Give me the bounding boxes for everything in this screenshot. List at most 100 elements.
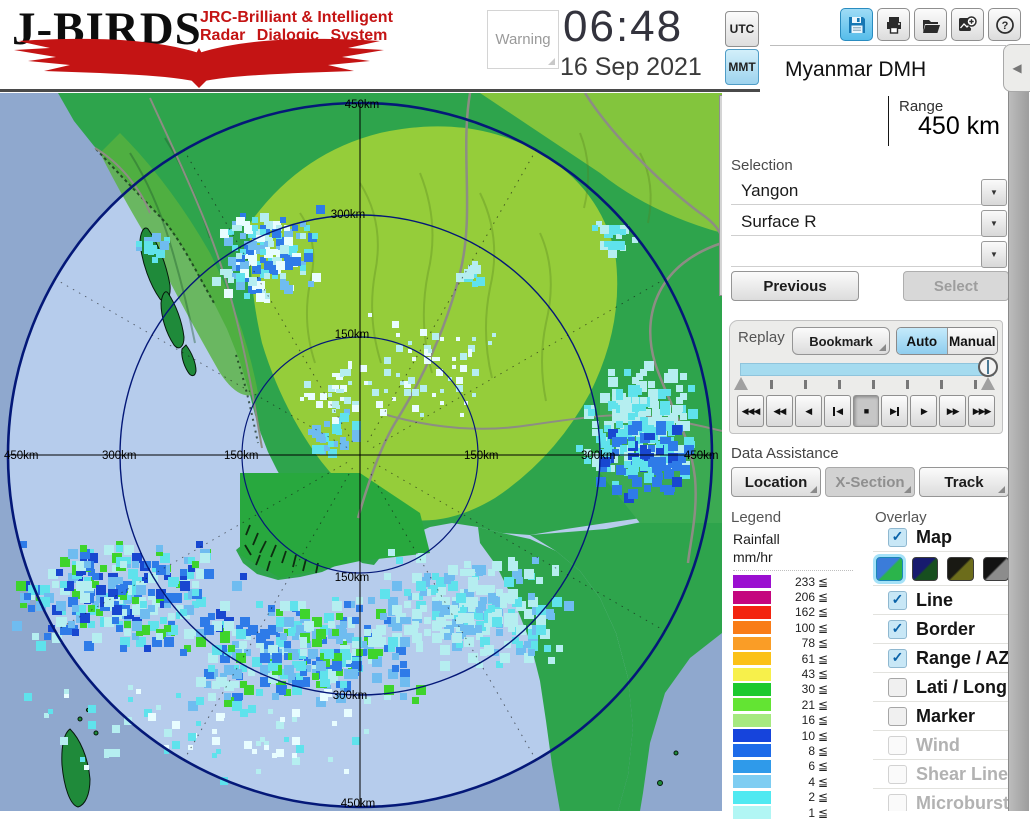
map-style-row	[873, 552, 1009, 586]
product-dropdown-value[interactable]: Surface R	[731, 209, 983, 236]
manual-mode-button[interactable]: Manual	[948, 328, 998, 354]
auto-mode-button[interactable]: Auto	[897, 328, 948, 354]
timezone-mmt-button[interactable]: MMT	[725, 49, 759, 85]
play-reverse-button[interactable]: ◀	[795, 395, 822, 427]
site-dropdown[interactable]: Yangon ▼	[731, 178, 1007, 205]
checkbox[interactable]: ✓	[888, 649, 907, 668]
overlay-item-marker[interactable]: Marker	[873, 702, 1009, 731]
panel-collapse-tab[interactable]: ◀	[1003, 44, 1030, 92]
extra-dropdown-value[interactable]	[731, 240, 983, 267]
ring-label: 300km	[581, 450, 616, 462]
legend-operator: ≦	[818, 590, 828, 604]
site-dropdown-value[interactable]: Yangon	[731, 178, 983, 205]
corner-menu-icon	[810, 486, 817, 493]
slider-start-marker[interactable]	[734, 377, 748, 390]
map-style-olive[interactable]	[947, 557, 974, 581]
legend-value: 21	[771, 698, 815, 712]
legend-entry: 30≦	[733, 682, 853, 697]
folder-open-icon	[921, 15, 941, 35]
overlay-item-border[interactable]: ✓Border	[873, 615, 1009, 644]
ring-label: 150km	[224, 450, 259, 462]
step-back-button[interactable]: ◀	[824, 395, 851, 427]
image-capture-button[interactable]	[951, 8, 984, 41]
location-button[interactable]: Location	[731, 467, 821, 497]
fast-rewind-button[interactable]: ◀◀	[766, 395, 793, 427]
track-button[interactable]: Track	[919, 467, 1009, 497]
eagle-logo-icon	[8, 36, 390, 88]
overlay-item-range-az[interactable]: ✓Range / AZ	[873, 644, 1009, 673]
checkbox[interactable]: ✓	[888, 591, 907, 610]
step-forward-button[interactable]: ▶	[881, 395, 908, 427]
legend-operator: ≦	[818, 775, 828, 789]
corner-menu-icon	[998, 486, 1005, 493]
slider-end-marker[interactable]	[981, 377, 995, 390]
range-value: 450 km	[918, 112, 1000, 141]
map-style-terrain[interactable]	[876, 557, 903, 581]
timezone-utc-button[interactable]: UTC	[725, 11, 759, 47]
legend-color-swatch	[733, 683, 771, 696]
legend-unit-line2: mm/hr	[733, 548, 780, 566]
printer-icon	[884, 15, 904, 35]
warning-button[interactable]: Warning	[487, 10, 559, 69]
open-file-button[interactable]	[914, 8, 947, 41]
jump-end-button[interactable]: ▶▶▶	[968, 395, 995, 427]
stop-button[interactable]: ■	[853, 395, 880, 427]
checkbox[interactable]	[888, 707, 907, 726]
previous-button[interactable]: Previous	[731, 271, 859, 301]
ring-label: 150km	[335, 329, 370, 341]
select-button[interactable]: Select	[903, 271, 1009, 301]
extra-dropdown[interactable]: ▼	[731, 240, 1007, 267]
checkbox[interactable]: ✓	[888, 620, 907, 639]
overlay-item-line[interactable]: ✓ Line	[873, 586, 1009, 615]
play-button[interactable]: ▶	[910, 395, 937, 427]
chevron-down-icon[interactable]: ▼	[981, 241, 1007, 268]
clock-time: 06:48	[563, 2, 683, 52]
overlay-item-map[interactable]: ✓Map	[873, 523, 1009, 552]
map-style-dark[interactable]	[912, 557, 939, 581]
overlay-item-label: Marker	[916, 706, 975, 727]
overlay-item-wind: Wind	[873, 731, 1009, 760]
map-style-gray[interactable]	[983, 557, 1010, 581]
ring-label: 300km	[102, 450, 137, 462]
toolbar-divider	[770, 45, 1006, 46]
save-button[interactable]	[840, 8, 873, 41]
legend-color-swatch	[733, 668, 771, 681]
station-title: Myanmar DMH	[775, 52, 1006, 88]
radar-map[interactable]: 450km300km150km450km300km150km150km300km…	[0, 93, 722, 811]
legend-color-swatch	[733, 806, 771, 819]
xsection-button[interactable]: X-Section	[825, 467, 915, 497]
panel-collapse-strip[interactable]	[1008, 88, 1029, 811]
jump-start-button[interactable]: ◀◀◀	[737, 395, 764, 427]
overlay-item-label: Lati / Long	[916, 677, 1007, 698]
overlay-item-lati-long[interactable]: Lati / Long	[873, 673, 1009, 702]
fast-forward-button[interactable]: ▶▶	[939, 395, 966, 427]
help-button[interactable]: ?	[988, 8, 1021, 41]
print-button[interactable]	[877, 8, 910, 41]
help-icon: ?	[995, 15, 1015, 35]
clock-date: 16 Sep 2021	[560, 53, 702, 82]
checkbox[interactable]: ✓	[888, 528, 907, 547]
overlay-list: ✓Map✓Line✓Border✓Range / AZLati / LongMa…	[873, 523, 1009, 811]
bookmark-button[interactable]: Bookmark	[792, 327, 890, 355]
warning-label: Warning	[495, 31, 550, 48]
checkbox[interactable]	[888, 678, 907, 697]
save-icon	[847, 15, 867, 35]
legend-value: 10	[771, 729, 815, 743]
legend-rows: 233≦206≦162≦100≦78≦61≦43≦30≦21≦16≦10≦8≦6…	[733, 570, 853, 820]
legend-entry: 10≦	[733, 728, 853, 743]
chevron-down-icon[interactable]: ▼	[981, 210, 1007, 237]
corner-menu-icon	[904, 486, 911, 493]
legend-entry: 78≦	[733, 636, 853, 651]
legend-color-swatch	[733, 621, 771, 634]
legend-operator: ≦	[818, 667, 828, 681]
xsection-label: X-Section	[835, 474, 904, 491]
chevron-down-icon[interactable]: ▼	[981, 179, 1007, 206]
legend-entry: 1≦	[733, 805, 853, 820]
playback-controls: ◀◀◀◀◀◀◀■▶▶▶▶▶▶▶	[737, 395, 995, 427]
replay-slider-track[interactable]	[740, 363, 994, 376]
legend-unit-line1: Rainfall	[733, 530, 780, 548]
replay-slider-handle[interactable]	[978, 357, 998, 377]
product-dropdown[interactable]: Surface R ▼	[731, 209, 1007, 236]
corner-menu-icon	[879, 344, 886, 351]
overlay-item-label: Line	[916, 590, 953, 611]
